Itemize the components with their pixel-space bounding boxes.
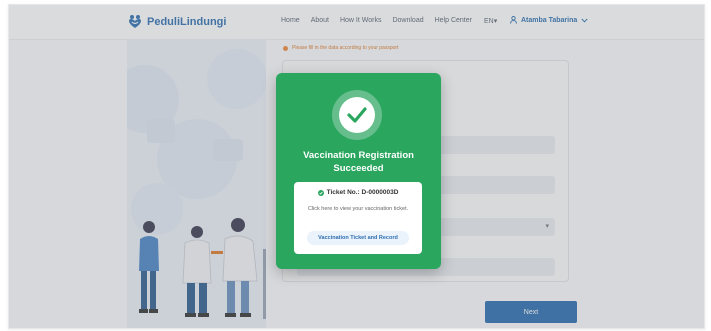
success-modal: Vaccination Registration Succeeded Ticke…: [276, 73, 441, 269]
success-icon-ring: [332, 90, 382, 140]
ticket-number-row: Ticket No.: D-0000003D: [294, 189, 422, 196]
modal-title: Vaccination Registration Succeeded: [303, 150, 414, 174]
ticket-number: Ticket No.: D-0000003D: [326, 189, 399, 196]
ticket-description: Click here to view your vaccination tick…: [307, 206, 409, 212]
vaccination-ticket-button[interactable]: Vaccination Ticket and Record: [307, 231, 409, 245]
browser-page: PeduliLindungi Home About How It Works D…: [8, 4, 705, 329]
check-icon: [339, 97, 375, 133]
ticket-card[interactable]: Ticket No.: D-0000003D Click here to vie…: [294, 182, 422, 254]
check-circle-icon: [317, 189, 324, 196]
